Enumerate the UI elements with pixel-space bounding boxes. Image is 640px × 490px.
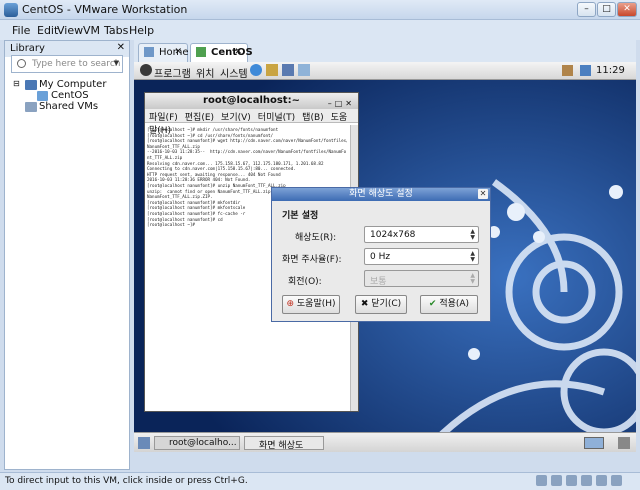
email-icon[interactable]	[266, 64, 278, 76]
notification-icon[interactable]	[562, 65, 573, 76]
menu-bar: File Edit View VM Tabs Help	[0, 20, 640, 57]
close-window-button[interactable]: ✕	[617, 2, 637, 17]
help-button[interactable]: ⊕ 도움말(H)	[282, 295, 340, 314]
close-tab-icon[interactable]: ✕	[234, 47, 242, 57]
minimize-button[interactable]: –	[577, 2, 596, 17]
refresh-rate-select[interactable]: 0 Hz ▲ ▼	[364, 248, 479, 265]
terminal-menu-file[interactable]: 파일(F)	[149, 113, 178, 123]
browser-icon[interactable]	[250, 64, 262, 76]
rotation-select: 보통 ▲ ▼	[364, 270, 479, 287]
panel-clock[interactable]: 11:29	[596, 65, 625, 76]
dialog-section-title: 기본 설정	[282, 211, 319, 221]
tree-shared-vms[interactable]: Shared VMs	[39, 101, 98, 112]
apply-button[interactable]: ✔ 적용(A)	[420, 295, 478, 314]
terminal-menu-tab[interactable]: 탭(B)	[302, 113, 323, 123]
panel-menu-places[interactable]: 위치	[196, 65, 214, 80]
show-desktop-icon[interactable]	[138, 437, 150, 449]
home-icon	[144, 47, 154, 57]
terminal-menu-view[interactable]: 보기(V)	[221, 113, 251, 123]
menu-help[interactable]: Help	[129, 24, 154, 37]
menu-view[interactable]: View	[57, 24, 83, 37]
rotation-label: 회전(O):	[288, 277, 322, 287]
shared-vms-icon	[25, 102, 37, 112]
menu-tabs[interactable]: Tabs	[104, 24, 128, 37]
terminal-menu-edit[interactable]: 편집(E)	[185, 113, 214, 123]
resolution-select[interactable]: 1024x768 ▲ ▼	[364, 226, 479, 243]
close-tab-icon[interactable]: ✕	[174, 47, 182, 57]
spin-arrows-icon: ▲ ▼	[470, 272, 475, 285]
hdd-icon[interactable]	[536, 475, 547, 486]
close-library-icon[interactable]: ✕	[117, 42, 125, 53]
tab-bar: Home ✕ CentOS ✕	[134, 40, 636, 62]
workspace-switcher[interactable]	[584, 437, 604, 449]
panel-menu-system[interactable]: 시스템	[220, 65, 248, 80]
usb-icon[interactable]	[596, 475, 607, 486]
resolution-dialog: 화면 해상도 설정 ✕ 기본 설정 해상도(R): 1024x768 ▲ ▼ 화면 주…	[271, 187, 491, 322]
taskbar-item-resolution[interactable]: 화면 해상도 설...	[244, 436, 324, 451]
menu-vm[interactable]: VM	[83, 24, 100, 37]
spin-arrows-icon: ▲ ▼	[470, 228, 475, 241]
tab-home[interactable]: Home ✕	[138, 43, 189, 62]
computer-icon	[25, 80, 37, 90]
title-bar: CentOS - VMware Workstation – □ ✕	[0, 0, 640, 20]
trash-icon[interactable]	[618, 437, 630, 449]
editor-icon[interactable]	[282, 64, 294, 76]
notes-icon[interactable]	[298, 64, 310, 76]
vmware-window: CentOS - VMware Workstation – □ ✕ File E…	[0, 0, 640, 490]
library-panel: Library ✕ Type here to search ▼ ⊟ My Com…	[4, 40, 130, 470]
menu-edit[interactable]: Edit	[37, 24, 58, 37]
terminal-menu-terminal[interactable]: 터미널(T)	[258, 113, 295, 123]
vm-icon	[37, 91, 48, 101]
panel-menu-programs[interactable]: 프로그램	[154, 65, 191, 80]
window-title: CentOS - VMware Workstation	[22, 3, 188, 16]
network-adapter-icon[interactable]	[581, 475, 592, 486]
tree-collapse-icon[interactable]: ⊟	[13, 79, 20, 88]
terminal-line: [root@localhost nanumfont]# wget http://…	[147, 138, 347, 144]
vm-running-icon	[196, 47, 206, 57]
search-icon	[17, 59, 26, 68]
floppy-icon[interactable]	[566, 475, 577, 486]
resolution-label: 해상도(R):	[295, 233, 337, 243]
terminal-window-controls[interactable]: –□✕	[328, 96, 355, 112]
taskbar-item-terminal[interactable]: root@localho...	[154, 436, 240, 450]
sound-icon[interactable]	[611, 475, 622, 486]
dialog-title: 화면 해상도 설정 ✕	[272, 188, 490, 201]
tree-centos[interactable]: CentOS	[51, 90, 89, 101]
network-icon[interactable]	[580, 65, 591, 76]
close-button[interactable]: ✖ 닫기(C)	[355, 295, 407, 314]
maximize-button[interactable]: □	[597, 2, 616, 17]
vmware-app-icon	[4, 3, 18, 17]
gnome-top-panel: 프로그램 위치 시스템 11:29	[134, 62, 636, 80]
foot-menu-icon[interactable]	[140, 64, 152, 76]
terminal-menu: 파일(F) 편집(E) 보기(V) 터미널(T) 탭(B) 도움말(H)	[145, 109, 358, 136]
chevron-down-icon[interactable]: ▼	[114, 59, 119, 67]
dialog-close-icon[interactable]: ✕	[478, 189, 488, 199]
tab-centos[interactable]: CentOS ✕	[190, 43, 253, 62]
menu-file[interactable]: File	[12, 24, 30, 37]
refresh-rate-label: 화면 주사율(F):	[282, 255, 342, 265]
tree-my-computer[interactable]: My Computer	[39, 79, 106, 90]
vm-display[interactable]: 프로그램 위치 시스템 11:29 root@localhost:~ –□✕ 파…	[134, 62, 636, 452]
cdrom-icon[interactable]	[551, 475, 562, 486]
library-search-input[interactable]: Type here to search ▼	[11, 55, 123, 73]
terminal-title: root@localhost:~ –□✕	[145, 93, 358, 109]
spin-arrows-icon: ▲ ▼	[470, 250, 475, 263]
gnome-bottom-panel: root@localho... 화면 해상도 설...	[134, 432, 636, 452]
